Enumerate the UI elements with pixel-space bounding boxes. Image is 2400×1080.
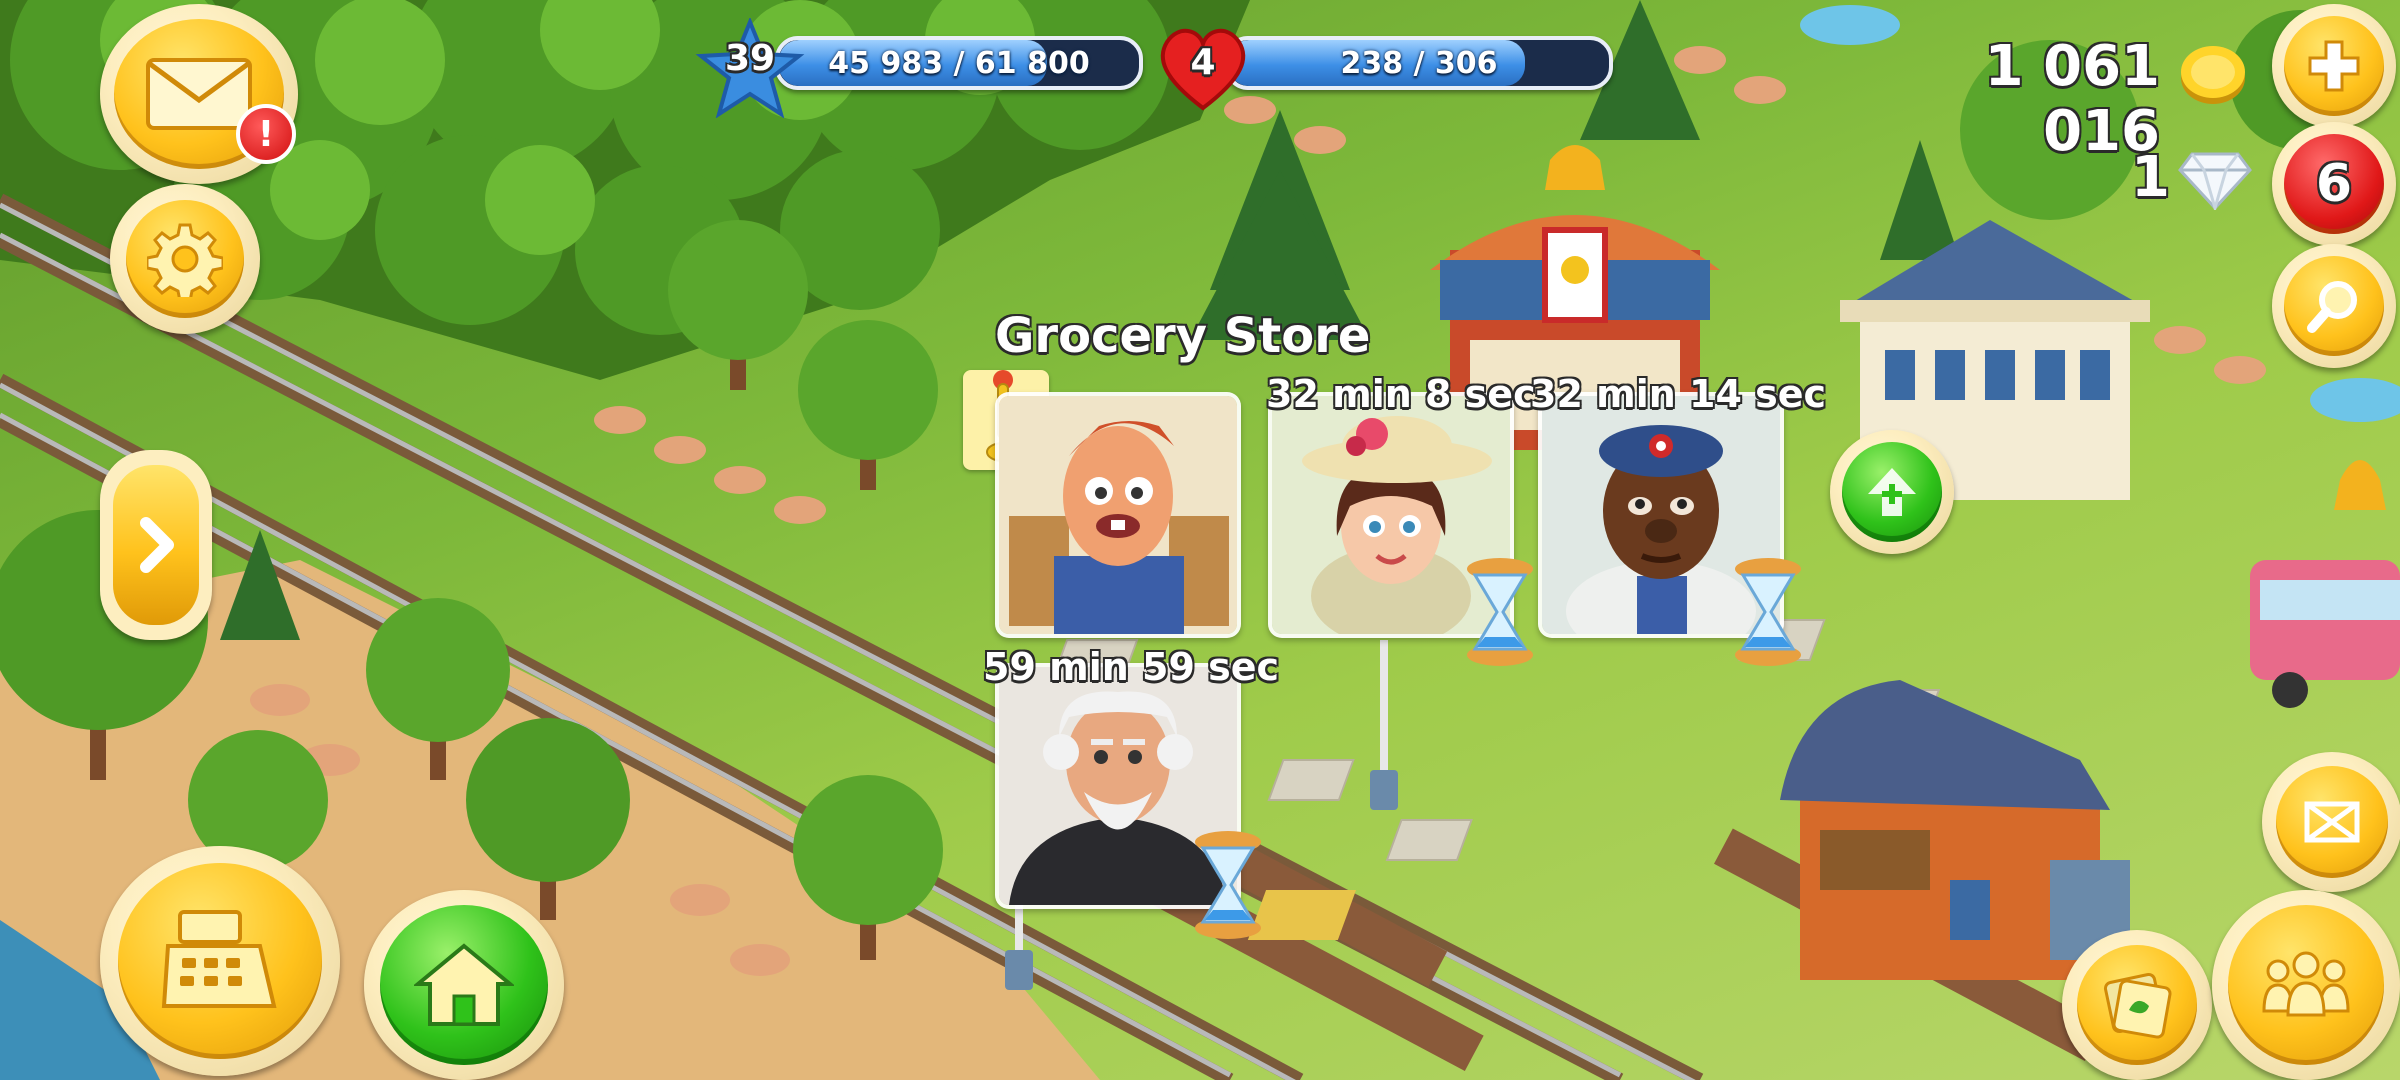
visitor-timer-old-man: 59 min 59 sec: [983, 645, 1280, 689]
diamond-icon: [2178, 150, 2252, 214]
green-arrow-icon: [1842, 442, 1942, 542]
shop-button[interactable]: [100, 846, 340, 1076]
friends-button[interactable]: [2212, 890, 2400, 1080]
level-number: 39: [724, 38, 776, 79]
coin-icon: [2178, 40, 2248, 110]
hourglass-icon: [1735, 558, 1801, 666]
store-title: Grocery Store: [995, 308, 1371, 364]
xp-bar[interactable]: 45 983 / 61 800: [775, 36, 1143, 90]
hourglass-icon: [1195, 831, 1261, 939]
reputation-bar[interactable]: 238 / 306: [1225, 36, 1613, 90]
plus-icon: [2284, 16, 2384, 116]
level-star[interactable]: 39: [695, 16, 805, 119]
mail-alert-badge: !: [236, 104, 296, 164]
upgrade-building-button[interactable]: [1830, 430, 1954, 554]
game-scene[interactable]: Grocery Store 32 min 8 sec 32 min 14 sec…: [0, 0, 2400, 1080]
expand-panel-button[interactable]: [100, 450, 212, 640]
farmer-portrait: [999, 396, 1237, 634]
chevron-right-icon: [113, 465, 199, 625]
notification-count: 6: [2315, 154, 2353, 214]
hourglass-icon: [1467, 558, 1533, 666]
home-button[interactable]: [364, 890, 564, 1080]
fullscreen-icon: [2276, 766, 2388, 878]
house-icon: [380, 905, 548, 1065]
xp-text: 45 983 / 61 800: [828, 45, 1090, 81]
reputation-text: 238 / 306: [1340, 45, 1498, 81]
magnifier-icon: [2284, 256, 2384, 356]
cash-register-icon: [118, 863, 322, 1059]
decorate-button[interactable]: [2062, 930, 2212, 1080]
diamond-count: 1: [2131, 145, 2170, 210]
reputation-level: 4: [1190, 42, 1216, 83]
friends-icon: [2228, 905, 2384, 1065]
settings-button[interactable]: [110, 184, 260, 334]
reputation-heart[interactable]: 4: [1153, 18, 1253, 118]
visitor-timer-man: 32 min 14 sec: [1530, 372, 1827, 416]
visitor-card-farmer[interactable]: [995, 392, 1241, 638]
fullscreen-button[interactable]: [2262, 752, 2400, 892]
visitor-timer-lady: 32 min 8 sec: [1266, 372, 1536, 416]
search-button[interactable]: [2272, 244, 2396, 368]
decorate-icon: [2077, 945, 2197, 1065]
gear-icon: [126, 200, 244, 318]
buy-coins-button[interactable]: [2272, 4, 2396, 128]
notifications-button[interactable]: 6: [2272, 122, 2396, 246]
